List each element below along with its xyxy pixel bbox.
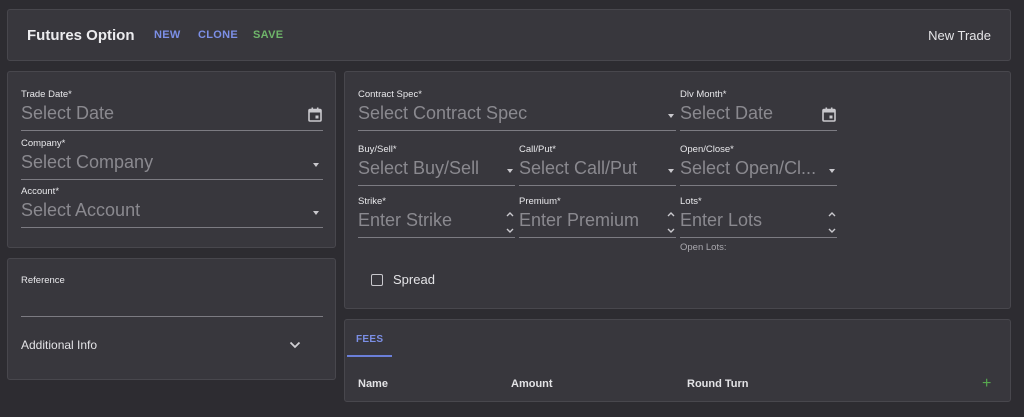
new-button[interactable]: NEW xyxy=(154,29,181,41)
buy-sell-select[interactable]: Select Buy/Sell xyxy=(358,158,499,179)
contract-spec-field[interactable]: Contract Spec* Select Contract Spec xyxy=(358,89,676,132)
contract-spec-select[interactable]: Select Contract Spec xyxy=(358,103,527,124)
lots-underline xyxy=(680,237,837,238)
tab-fees-indicator xyxy=(347,355,392,357)
premium-underline xyxy=(519,237,676,238)
strike-underline xyxy=(358,237,515,238)
reference-field[interactable]: Reference xyxy=(21,275,323,318)
account-underline xyxy=(21,227,323,228)
trade-date-input[interactable]: Select Date xyxy=(21,103,114,124)
trade-date-label: Trade Date* xyxy=(21,89,72,100)
dlv-month-underline xyxy=(680,130,837,131)
page-title: Futures Option xyxy=(27,27,135,44)
premium-label: Premium* xyxy=(519,196,561,207)
buy-sell-label: Buy/Sell* xyxy=(358,144,397,155)
strike-input[interactable]: Enter Strike xyxy=(358,210,452,231)
open-close-field[interactable]: Open/Close* Select Open/Cl... xyxy=(680,144,837,187)
account-label: Account* xyxy=(21,186,60,197)
call-put-select[interactable]: Select Call/Put xyxy=(519,158,660,179)
contract-panel: Contract Spec* Select Contract Spec Dlv … xyxy=(344,71,1011,309)
trade-date-field[interactable]: Trade Date* Select Date xyxy=(21,89,323,132)
calendar-icon[interactable] xyxy=(822,107,836,122)
calendar-icon[interactable] xyxy=(308,107,322,122)
chevron-down-icon[interactable] xyxy=(289,341,301,349)
clone-button[interactable]: CLONE xyxy=(198,29,238,41)
number-spinner-icon[interactable] xyxy=(666,210,676,236)
buy-sell-underline xyxy=(358,185,515,186)
save-button[interactable]: SAVE xyxy=(253,29,283,41)
number-spinner-icon[interactable] xyxy=(505,210,515,236)
additional-info-toggle[interactable]: Additional Info xyxy=(21,338,97,352)
company-label: Company* xyxy=(21,138,66,149)
dropdown-arrow-icon[interactable] xyxy=(313,211,319,215)
open-close-select[interactable]: Select Open/Cl... xyxy=(680,158,821,179)
dlv-month-field[interactable]: Dlv Month* Select Date xyxy=(680,89,837,132)
spread-checkbox[interactable] xyxy=(371,274,383,286)
header-bar: Futures Option NEW CLONE SAVE New Trade xyxy=(7,9,1011,61)
spread-label[interactable]: Spread xyxy=(393,272,435,287)
column-header-round-turn: Round Turn xyxy=(687,378,749,390)
open-close-label: Open/Close* xyxy=(680,144,734,155)
strike-label: Strike* xyxy=(358,196,386,207)
open-lots-helper: Open Lots: xyxy=(680,242,727,253)
call-put-underline xyxy=(519,185,676,186)
trade-details-panel: Trade Date* Select Date Company* Select … xyxy=(7,71,336,248)
account-select[interactable]: Select Account xyxy=(21,200,140,221)
column-header-amount: Amount xyxy=(511,378,553,390)
dropdown-arrow-icon[interactable] xyxy=(668,169,674,173)
lots-input[interactable]: Enter Lots xyxy=(680,210,762,231)
buy-sell-field[interactable]: Buy/Sell* Select Buy/Sell xyxy=(358,144,515,187)
dropdown-arrow-icon[interactable] xyxy=(313,163,319,167)
tab-fees[interactable]: FEES xyxy=(356,334,383,345)
premium-input[interactable]: Enter Premium xyxy=(519,210,639,231)
lots-field[interactable]: Lots* Enter Lots xyxy=(680,196,837,239)
account-field[interactable]: Account* Select Account xyxy=(21,186,323,229)
call-put-label: Call/Put* xyxy=(519,144,556,155)
company-field[interactable]: Company* Select Company xyxy=(21,138,323,181)
dropdown-arrow-icon[interactable] xyxy=(507,169,513,173)
reference-panel: Reference Additional Info xyxy=(7,258,336,380)
dropdown-arrow-icon[interactable] xyxy=(668,114,674,118)
contract-spec-underline xyxy=(358,130,676,131)
call-put-field[interactable]: Call/Put* Select Call/Put xyxy=(519,144,676,187)
company-underline xyxy=(21,179,323,180)
reference-underline xyxy=(21,316,323,317)
column-header-name: Name xyxy=(358,378,388,390)
number-spinner-icon[interactable] xyxy=(827,210,837,236)
dlv-month-label: Dlv Month* xyxy=(680,89,727,100)
strike-field[interactable]: Strike* Enter Strike xyxy=(358,196,515,239)
open-close-underline xyxy=(680,185,837,186)
lots-label: Lots* xyxy=(680,196,702,207)
contract-spec-label: Contract Spec* xyxy=(358,89,422,100)
trade-mode-label: New Trade xyxy=(928,28,991,43)
plus-icon[interactable]: + xyxy=(982,376,991,392)
company-select[interactable]: Select Company xyxy=(21,152,153,173)
trade-date-underline xyxy=(21,130,323,131)
dropdown-arrow-icon[interactable] xyxy=(829,169,835,173)
dlv-month-input[interactable]: Select Date xyxy=(680,103,773,124)
premium-field[interactable]: Premium* Enter Premium xyxy=(519,196,676,239)
reference-label: Reference xyxy=(21,275,65,286)
fees-panel: FEES Name Amount Round Turn + xyxy=(344,319,1011,402)
